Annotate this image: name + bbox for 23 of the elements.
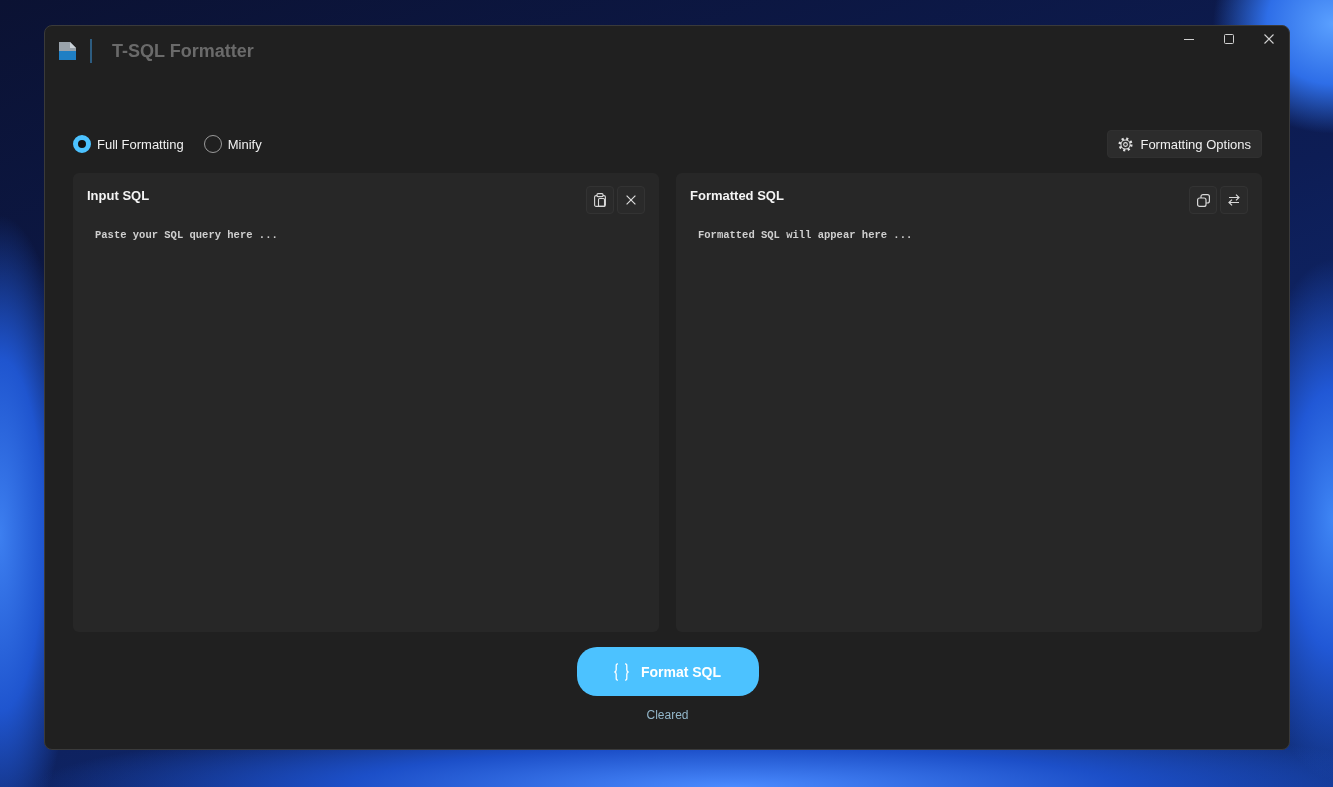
- formatting-options-button[interactable]: Formatting Options: [1107, 130, 1262, 158]
- close-icon: [626, 195, 636, 205]
- sql-input-field[interactable]: Paste your SQL query here ...: [73, 214, 659, 632]
- swap-button[interactable]: [1220, 186, 1248, 214]
- maximize-icon: [1224, 34, 1234, 44]
- paste-button[interactable]: [586, 186, 614, 214]
- settings-icon: [1118, 136, 1134, 152]
- radio-option[interactable]: Full Formatting: [73, 135, 184, 153]
- braces-icon: [613, 662, 629, 681]
- window-title: T-SQL Formatter: [112, 40, 254, 62]
- panel-title: Input SQL: [87, 188, 150, 203]
- document-icon: [58, 42, 76, 60]
- copy-icon: [1196, 193, 1210, 207]
- status-text: Cleared: [646, 708, 689, 722]
- clear-button[interactable]: [617, 186, 645, 214]
- clipboard-icon: [594, 193, 606, 207]
- panel-title: Formatted SQL: [690, 188, 784, 203]
- minimize-icon: [1184, 38, 1194, 40]
- close-icon: [1264, 34, 1274, 44]
- copy-button[interactable]: [1189, 186, 1217, 214]
- swap-icon: [1228, 194, 1240, 206]
- radio-option[interactable]: Minify: [203, 135, 262, 153]
- sql-output-field[interactable]: Formatted SQL will appear here ...: [676, 214, 1262, 632]
